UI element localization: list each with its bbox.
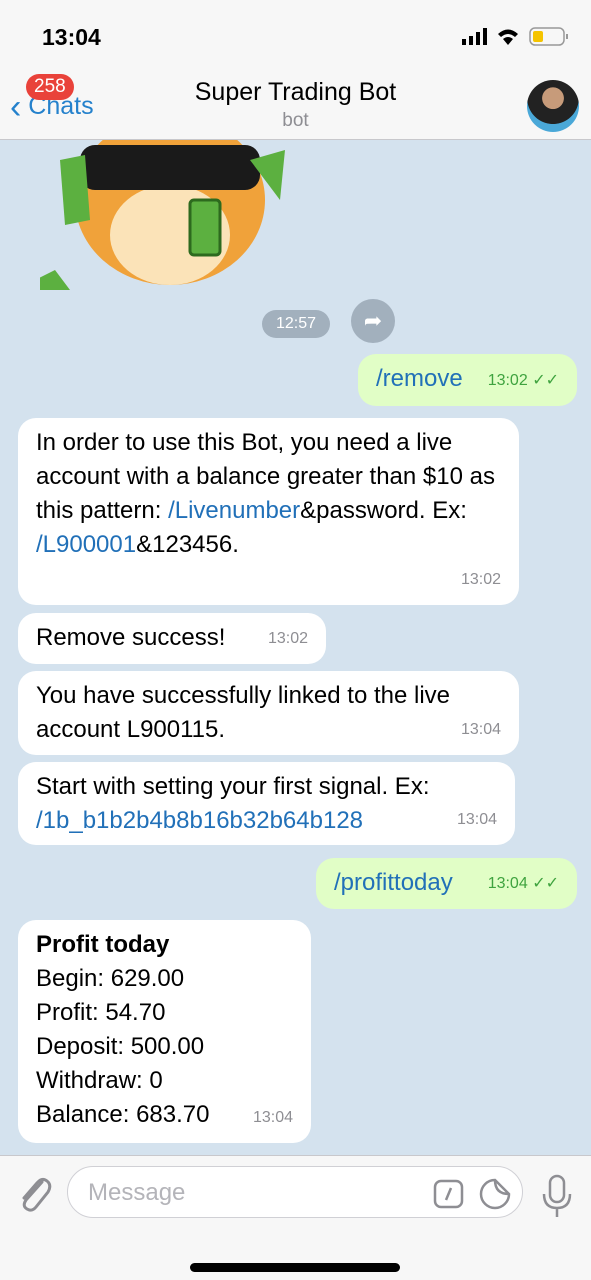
message-line: Withdraw: 0 (36, 1067, 163, 1094)
command-text[interactable]: /profittoday (334, 869, 453, 896)
message-time: 13:04 (252, 1109, 293, 1126)
message-bubble[interactable]: Remove success! 13:02 (18, 613, 326, 664)
message-line: Deposit: 500.00 (36, 1033, 205, 1060)
message-bubble[interactable]: Profit today Begin: 629.00 Profit: 54.70… (18, 920, 311, 1143)
chat-subtitle: bot (282, 110, 309, 131)
home-indicator (190, 1263, 400, 1272)
message-bubble[interactable]: You have successfully linked to the live… (18, 671, 519, 755)
message-text: &password. Ex: (300, 497, 467, 524)
command-link[interactable]: /Livenumber (168, 497, 300, 524)
paperclip-icon[interactable] (14, 1172, 54, 1212)
message-placeholder: Message (88, 1179, 186, 1206)
message-time: 13:04 (456, 811, 497, 828)
message-time: 13:02 (460, 571, 501, 588)
sticker-icon[interactable] (478, 1177, 512, 1211)
avatar[interactable] (527, 80, 579, 132)
bot-command-icon[interactable] (433, 1179, 465, 1209)
status-icons (462, 27, 568, 46)
share-arrow-icon: ➦ (363, 308, 383, 333)
input-bar: Message (0, 1155, 591, 1280)
double-check-icon: ✓✓ (532, 875, 559, 892)
message-time: 13:02 ✓✓ (487, 372, 559, 389)
command-text[interactable]: /remove (376, 365, 463, 392)
message-bubble[interactable]: Start with setting your first signal. Ex… (18, 762, 515, 845)
sticker-image[interactable] (40, 140, 300, 290)
message-bubble[interactable]: In order to use this Bot, you need a liv… (18, 418, 519, 605)
message-text: Start with setting your first signal. Ex… (36, 773, 430, 800)
microphone-icon[interactable] (540, 1174, 574, 1218)
sticker-timestamp: 12:57 (262, 310, 330, 338)
command-link[interactable]: /1b_b1b2b4b8b16b32b64b128 (36, 807, 363, 834)
message-time: 13:02 (267, 630, 308, 647)
message-text: &123456. (136, 531, 239, 558)
chat-title[interactable]: Super Trading Bot (0, 78, 591, 107)
forward-button[interactable]: ➦ (351, 299, 395, 343)
top-bar: 13:04 ‹ Chats 258 Super Trading Bot bot (0, 0, 591, 140)
double-check-icon: ✓✓ (532, 372, 559, 389)
message-input[interactable]: Message (67, 1166, 523, 1218)
message-time: 13:04 (460, 721, 501, 738)
command-link[interactable]: /L900001 (36, 531, 136, 558)
message-line: Profit: 54.70 (36, 999, 166, 1026)
message-text: You have successfully linked to the live… (36, 682, 451, 743)
message-text: Remove success! (36, 624, 226, 651)
message-time: 13:04 ✓✓ (487, 875, 559, 892)
message-bubble[interactable]: /profittoday 13:04 ✓✓ (316, 858, 577, 909)
message-title: Profit today (36, 931, 170, 958)
status-time: 13:04 (42, 24, 101, 50)
message-list[interactable]: 12:57 ➦ /remove 13:02 ✓✓ In order to use… (0, 140, 591, 1155)
message-bubble[interactable]: /remove 13:02 ✓✓ (358, 354, 577, 406)
message-line: Begin: 629.00 (36, 965, 185, 992)
